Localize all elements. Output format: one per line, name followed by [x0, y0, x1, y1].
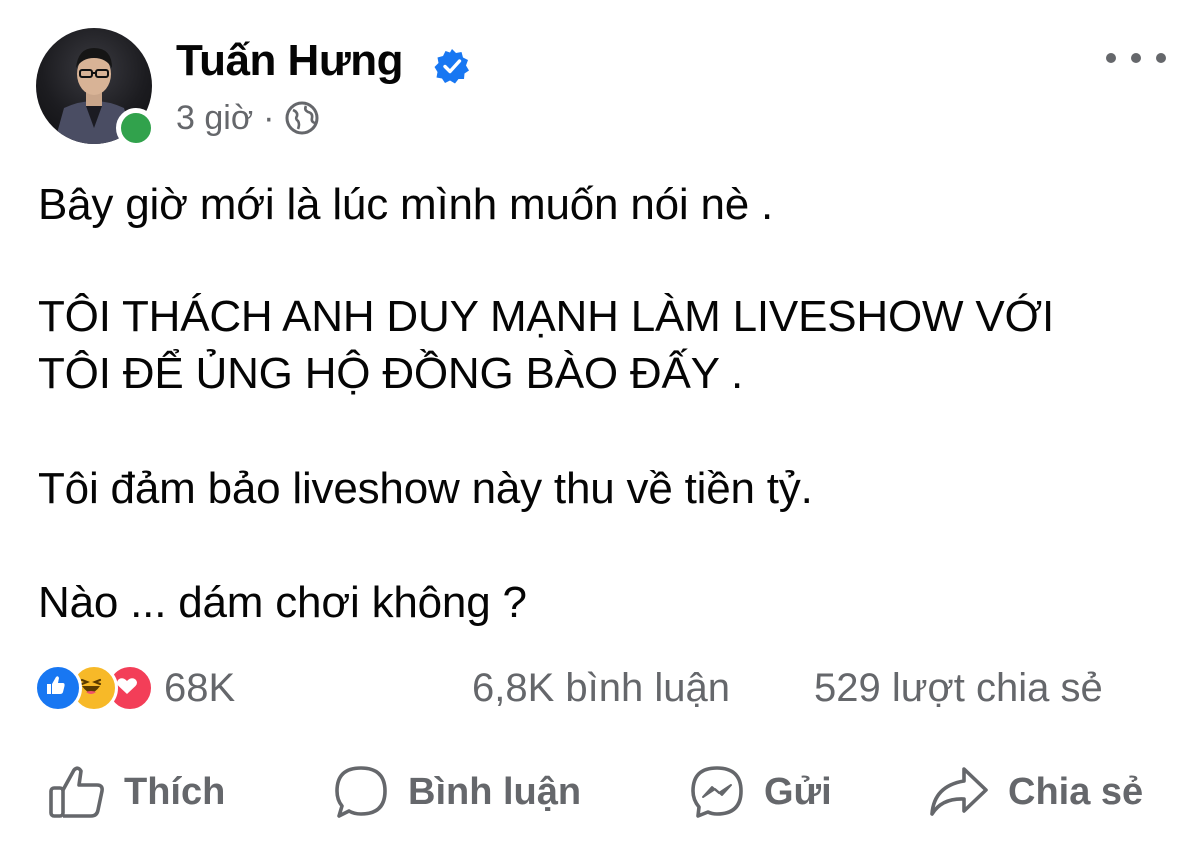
more-options-button[interactable]	[1106, 46, 1166, 70]
post-time[interactable]: 3 giờ	[176, 99, 253, 138]
globe-icon	[285, 101, 319, 135]
post-text-paragraph: Bây giờ mới là lúc mình muốn nói nè .	[38, 180, 774, 229]
post-stats: 68K 6,8K bình luận 529 lượt chia sẻ	[34, 660, 1166, 716]
more-dot-icon	[1156, 53, 1166, 63]
post-text-paragraph: TÔI THÁCH ANH DUY MẠNH LÀM LIVESHOW VỚI	[38, 292, 1055, 341]
more-dot-icon	[1106, 53, 1116, 63]
share-button[interactable]: Chia sẻ	[928, 762, 1143, 822]
like-button[interactable]: Thích	[48, 762, 225, 822]
reactions-count: 68K	[164, 665, 236, 710]
post-meta: 3 giờ ·	[176, 98, 320, 138]
meta-separator: ·	[263, 98, 275, 137]
post-text-paragraph: TÔI ĐỂ ỦNG HỘ ĐỒNG BÀO ĐẤY .	[38, 349, 744, 398]
send-label: Gửi	[764, 770, 832, 813]
verified-badge-icon	[434, 49, 469, 84]
online-status-dot	[116, 108, 156, 148]
reactions-summary[interactable]: 68K	[34, 664, 236, 712]
share-label: Chia sẻ	[1008, 770, 1144, 813]
shares-count-link[interactable]: 529 lượt chia sẻ	[814, 666, 1103, 711]
post-text-paragraph: Tôi đảm bảo liveshow này thu về tiền tỷ.	[38, 464, 813, 513]
share-icon	[930, 767, 988, 816]
post-actions-bar: Thích Bình luận Gửi Chia sẻ	[0, 752, 1200, 832]
more-dot-icon	[1131, 53, 1141, 63]
comment-label: Bình luận	[408, 770, 582, 813]
comment-button[interactable]: Bình luận	[332, 762, 581, 822]
post-header: Tuấn Hưng 3 giờ ·	[36, 28, 1166, 148]
author-name[interactable]: Tuấn Hưng	[176, 36, 403, 86]
thumbs-up-icon	[49, 766, 104, 818]
comment-icon	[335, 766, 387, 818]
send-button[interactable]: Gửi	[688, 762, 832, 822]
post-text-paragraph: Nào ... dám chơi không ?	[38, 578, 527, 627]
messenger-icon	[691, 766, 743, 818]
like-icon	[34, 664, 82, 712]
like-label: Thích	[124, 770, 226, 813]
comments-count-link[interactable]: 6,8K bình luận	[472, 666, 730, 711]
